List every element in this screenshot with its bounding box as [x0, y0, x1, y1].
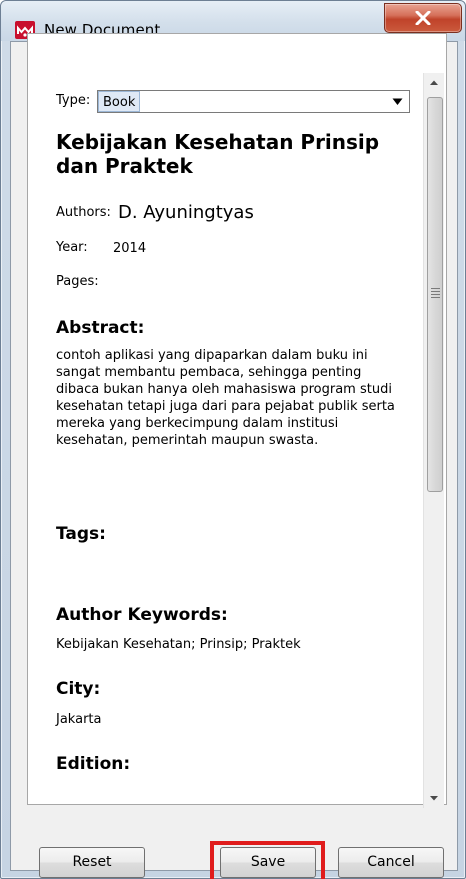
close-button[interactable] [384, 3, 462, 33]
close-icon [415, 11, 431, 25]
scroll-down-button[interactable] [424, 788, 444, 808]
authors-field[interactable]: D. Ayuningtyas [118, 202, 254, 223]
cancel-button[interactable]: Cancel [338, 847, 444, 878]
edition-heading: Edition: [56, 754, 131, 774]
year-field[interactable]: 2014 [113, 241, 146, 256]
abstract-heading: Abstract: [56, 318, 145, 338]
tags-heading: Tags: [56, 524, 106, 544]
pages-field[interactable] [118, 274, 398, 292]
tags-field[interactable] [56, 552, 406, 570]
scroll-thumb[interactable] [427, 97, 443, 492]
year-label: Year: [56, 240, 88, 255]
grip-icon [431, 288, 440, 300]
author-keywords-heading: Author Keywords: [56, 605, 228, 625]
type-selected-value: Book [98, 91, 141, 112]
reset-button[interactable]: Reset [39, 847, 145, 878]
arrow-down-icon [430, 796, 438, 801]
scroll-up-button[interactable] [424, 73, 444, 93]
author-keywords-field[interactable]: Kebijakan Kesehatan; Prinsip; Praktek [56, 637, 301, 652]
abstract-field[interactable]: contoh aplikasi yang dipaparkan dalam bu… [56, 347, 406, 449]
city-field[interactable]: Jakarta [56, 712, 101, 727]
arrow-up-icon [430, 80, 438, 85]
pages-label: Pages: [56, 274, 99, 289]
chevron-down-icon [392, 98, 403, 105]
type-dropdown[interactable]: Book [97, 90, 410, 113]
save-highlight-box [210, 841, 325, 879]
city-heading: City: [56, 679, 101, 699]
vertical-scrollbar[interactable] [423, 73, 444, 808]
type-label: Type: [56, 93, 91, 108]
authors-label: Authors: [56, 205, 111, 220]
document-title[interactable]: Kebijakan Kesehatan Prinsip dan Praktek [56, 130, 406, 178]
